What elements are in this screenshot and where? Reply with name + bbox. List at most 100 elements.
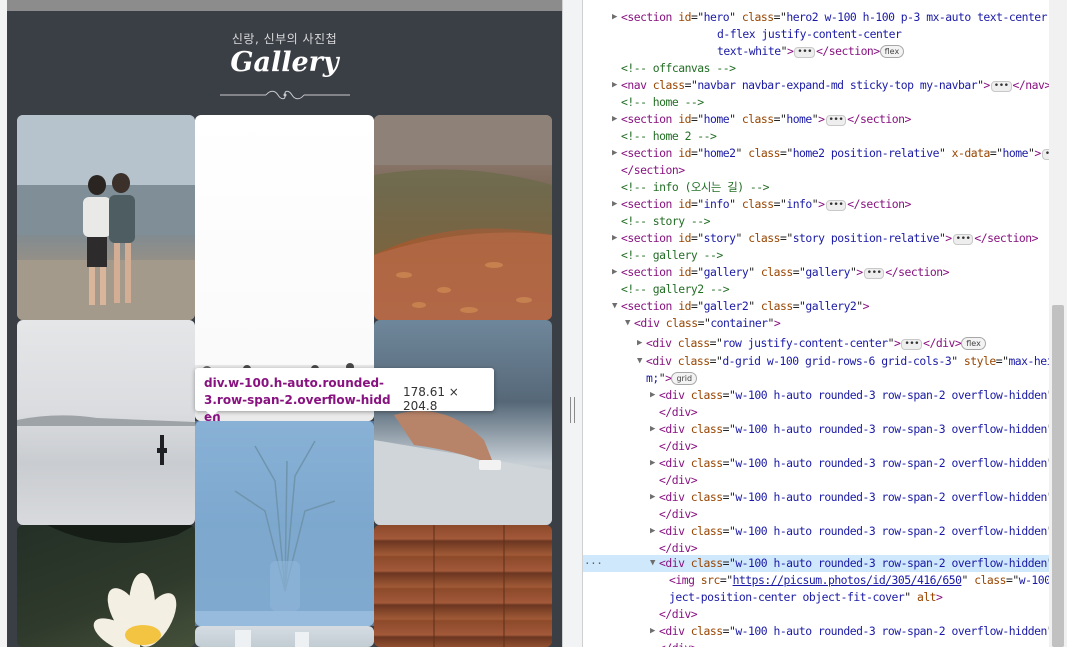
collapsed-ellipsis-button[interactable]: ••• bbox=[863, 268, 885, 279]
scrollbar-thumb[interactable] bbox=[1052, 305, 1064, 647]
dom-node-line[interactable]: <!-- home --> bbox=[583, 94, 1049, 111]
splitter-grip-icon[interactable] bbox=[570, 397, 575, 423]
dom-node-line[interactable]: ▼ <section id="galler2" class="gallery2"> bbox=[583, 298, 1049, 315]
expand-triangle-right-icon[interactable]: ▶ bbox=[612, 264, 621, 281]
gallery-photo-9[interactable] bbox=[374, 525, 552, 647]
markup-token: <section bbox=[621, 112, 679, 126]
dom-node-line[interactable]: <!-- hero2 --> bbox=[583, 0, 1049, 2]
markup-token: <!-- gallery2 --> bbox=[621, 282, 730, 296]
dom-node-line[interactable]: ▼ <div class="container"> bbox=[583, 315, 1049, 332]
expand-triangle-down-icon[interactable]: ▼ bbox=[625, 315, 634, 332]
markup-token: <section bbox=[621, 299, 679, 313]
dom-node-line[interactable]: ▼ <div class="d-grid w-100 grid-rows-6 gr… bbox=[583, 353, 1049, 370]
dom-node-line[interactable]: ▶ <section id="gallery" class="gallery"> •… bbox=[583, 264, 1049, 281]
dom-node-line[interactable]: ▶ <div class="w-100 h-auto rounded-3 row-… bbox=[583, 387, 1049, 404]
dom-node-line[interactable]: </div> bbox=[583, 472, 1049, 489]
dom-node-line[interactable]: </div> bbox=[583, 640, 1049, 647]
dom-node-line[interactable]: <!-- info (오시는 길) --> bbox=[583, 179, 1049, 196]
markup-token: =" bbox=[722, 624, 736, 638]
expand-triangle-right-icon[interactable]: ▶ bbox=[612, 145, 621, 162]
expand-triangle-right-icon[interactable]: ▶ bbox=[612, 111, 621, 128]
gallery-photo-7[interactable] bbox=[17, 525, 195, 647]
dom-node-line[interactable]: </section> bbox=[583, 162, 1049, 179]
layout-badge[interactable]: flex bbox=[961, 337, 986, 350]
expand-triangle-right-icon[interactable]: ▶ bbox=[650, 489, 659, 506]
expand-triangle-right-icon[interactable]: ▶ bbox=[650, 421, 659, 438]
dom-node-line[interactable]: </div> bbox=[583, 438, 1049, 455]
expand-triangle-down-icon[interactable]: ▼ bbox=[637, 353, 646, 370]
dom-node-line[interactable]: <!-- story --> bbox=[583, 213, 1049, 230]
node-markup: </section> bbox=[621, 162, 685, 179]
markup-token: " bbox=[729, 112, 742, 126]
layout-badge[interactable]: grid bbox=[671, 372, 698, 385]
devtools-scrollbar[interactable] bbox=[1049, 0, 1067, 647]
markup-token: info bbox=[786, 197, 812, 211]
dom-node-line[interactable]: ▶ <div class="w-100 h-auto rounded-3 row-… bbox=[583, 489, 1049, 506]
dom-node-selected[interactable]: ··· ▼ <div class="w-100 h-auto rounded-3 r… bbox=[583, 555, 1049, 572]
dom-node-line[interactable]: d-flex justify-content-center bbox=[583, 26, 1049, 43]
dom-node-line[interactable]: ▶ <nav class="navbar navbar-expand-md sti… bbox=[583, 77, 1049, 94]
markup-token: </section> bbox=[621, 163, 685, 177]
node-markup: ject-position-center object-fit-cover" a… bbox=[669, 589, 943, 606]
markup-token: home bbox=[786, 112, 812, 126]
panel-splitter[interactable] bbox=[562, 0, 583, 647]
collapsed-ellipsis-button[interactable]: ••• bbox=[901, 339, 923, 350]
page-viewport: 신랑, 신부의 사진첩 Gallery div.w-100.h-auto.rou… bbox=[0, 0, 562, 647]
dom-node-line[interactable]: </div> bbox=[583, 404, 1049, 421]
expand-triangle-right-icon[interactable]: ▶ bbox=[650, 455, 659, 472]
dom-node-line[interactable]: ▶ <div class="w-100 h-auto rounded-3 row-… bbox=[583, 455, 1049, 472]
dom-node-line[interactable]: ▶ <div class="w-100 h-auto rounded-3 row-… bbox=[583, 421, 1049, 438]
markup-token: =" bbox=[719, 573, 733, 587]
collapsed-ellipsis-button[interactable]: ••• bbox=[825, 200, 847, 211]
dom-node-line[interactable]: ▶ <section id="home2" class="home2 positi… bbox=[583, 145, 1049, 162]
gallery-photo-4[interactable] bbox=[17, 320, 195, 525]
markup-token: =" bbox=[722, 524, 736, 538]
gallery-photo-1[interactable] bbox=[17, 115, 195, 320]
collapsed-ellipsis-button[interactable]: ••• bbox=[825, 115, 847, 126]
dom-node-line[interactable]: ▶ <section id="story" class="story positi… bbox=[583, 230, 1049, 247]
layout-badge[interactable]: flex bbox=[879, 45, 905, 58]
dom-node-line[interactable]: ▶ <div class="w-100 h-auto rounded-3 row-… bbox=[583, 523, 1049, 540]
dom-node-line[interactable]: <!-- home 2 --> bbox=[583, 128, 1049, 145]
markup-token: d-flex justify-content-center bbox=[717, 27, 902, 41]
dom-node-line[interactable]: <!-- gallery --> bbox=[583, 247, 1049, 264]
src-link[interactable]: https://picsum.photos/id/305/416/650 bbox=[733, 573, 962, 587]
expand-triangle-right-icon[interactable]: ▶ bbox=[650, 387, 659, 404]
gallery-photo-6[interactable] bbox=[374, 320, 552, 525]
expand-triangle-right-icon[interactable]: ▶ bbox=[650, 523, 659, 540]
dom-node-line[interactable]: <!-- offcanvas --> bbox=[583, 60, 1049, 77]
dom-node-line[interactable]: ▶ <section id="home" class="home"> ••• </se… bbox=[583, 111, 1049, 128]
node-actions-icon[interactable]: ··· bbox=[584, 555, 603, 572]
node-markup: <section id="hero" class="hero2 w-100 h-… bbox=[621, 9, 1048, 26]
expand-triangle-right-icon[interactable]: ▶ bbox=[612, 9, 621, 26]
markup-token: w-100 h-auto rounded-3 row-span-3 overfl… bbox=[735, 422, 1047, 436]
expand-triangle-right-icon[interactable]: ▶ bbox=[637, 335, 646, 352]
dom-node-line[interactable]: ▶ <section id="hero" class="hero2 w-100 h… bbox=[583, 9, 1049, 26]
dom-node-line[interactable]: ject-position-center object-fit-cover" a… bbox=[583, 589, 1049, 606]
dom-node-line[interactable]: ▶ <div class="row justify-content-center"… bbox=[583, 335, 1049, 352]
markup-token: > bbox=[856, 265, 863, 279]
dom-node-line[interactable]: <img src="https://picsum.photos/id/305/4… bbox=[583, 572, 1049, 589]
dom-node-line[interactable]: ▶ <section id="info" class="info"> ••• </se… bbox=[583, 196, 1049, 213]
expand-triangle-right-icon[interactable]: ▶ bbox=[612, 196, 621, 213]
markup-token: =" bbox=[1006, 573, 1019, 587]
expand-triangle-right-icon[interactable]: ▶ bbox=[612, 77, 621, 94]
gallery-photo-8[interactable] bbox=[195, 626, 374, 647]
collapsed-ellipsis-button[interactable]: ••• bbox=[952, 234, 974, 245]
dom-node-line[interactable]: </div> bbox=[583, 506, 1049, 523]
dom-node-line[interactable]: <!-- gallery2 --> bbox=[583, 281, 1049, 298]
collapsed-ellipsis-button[interactable]: ••• bbox=[794, 47, 816, 58]
expand-triangle-down-icon[interactable]: ▼ bbox=[612, 298, 621, 315]
markup-token: <div bbox=[659, 456, 691, 470]
dom-node-line[interactable]: text-white"> ••• </section> flex bbox=[583, 43, 1049, 60]
expand-triangle-right-icon[interactable]: ▶ bbox=[650, 623, 659, 640]
dom-node-line[interactable]: </div> bbox=[583, 606, 1049, 623]
collapsed-ellipsis-button[interactable]: ••• bbox=[1041, 149, 1049, 160]
gallery-photo-3[interactable] bbox=[374, 115, 552, 320]
dom-node-line[interactable]: ▶ <div class="w-100 h-auto rounded-3 row-… bbox=[583, 623, 1049, 640]
expand-triangle-right-icon[interactable]: ▶ bbox=[612, 230, 621, 247]
markup-token: w-100 h-auto rounded-3 row-span-2 overfl… bbox=[735, 490, 1047, 504]
expand-triangle-down-icon[interactable]: ▼ bbox=[650, 555, 659, 572]
collapsed-ellipsis-button[interactable]: ••• bbox=[990, 81, 1012, 92]
dom-node-line[interactable]: m;"> grid bbox=[583, 370, 1049, 387]
